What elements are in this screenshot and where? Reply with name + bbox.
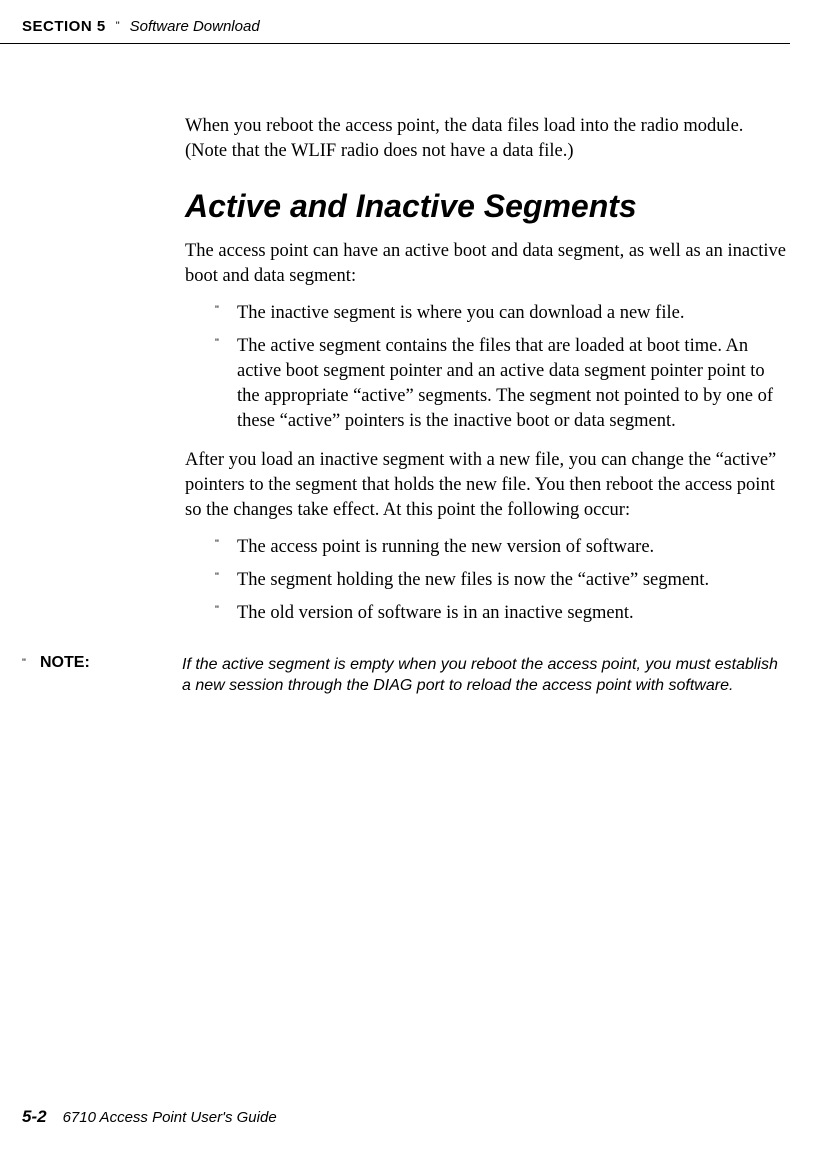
section-heading: Active and Inactive Segments bbox=[185, 188, 790, 225]
note-text: If the active segment is empty when you … bbox=[182, 654, 790, 697]
main-content: When you reboot the access point, the da… bbox=[0, 44, 810, 626]
paragraph-2: After you load an inactive segment with … bbox=[185, 448, 790, 523]
list-item: The access point is running the new vers… bbox=[215, 535, 790, 560]
bullet-list-1: The inactive segment is where you can do… bbox=[185, 301, 790, 434]
header-bullet-icon: " bbox=[116, 20, 120, 32]
list-item: The segment holding the new files is now… bbox=[215, 568, 790, 593]
page-footer: 5-2 6710 Access Point User's Guide bbox=[22, 1107, 277, 1127]
bullet-list-2: The access point is running the new vers… bbox=[185, 535, 790, 626]
note-block: " NOTE: If the active segment is empty w… bbox=[0, 640, 810, 697]
list-item: The inactive segment is where you can do… bbox=[215, 301, 790, 326]
page-header: SECTION 5 " Software Download bbox=[0, 0, 790, 44]
footer-title: 6710 Access Point User's Guide bbox=[63, 1109, 277, 1126]
intro-paragraph: When you reboot the access point, the da… bbox=[185, 114, 790, 164]
list-item: The old version of software is in an ina… bbox=[215, 601, 790, 626]
paragraph-1: The access point can have an active boot… bbox=[185, 239, 790, 289]
note-label: NOTE: bbox=[40, 654, 182, 697]
list-item: The active segment contains the files th… bbox=[215, 334, 790, 434]
page-number: 5-2 bbox=[22, 1107, 47, 1127]
header-title: Software Download bbox=[130, 18, 260, 35]
note-bullet-icon: " bbox=[22, 657, 30, 697]
section-label: SECTION 5 bbox=[22, 18, 106, 35]
